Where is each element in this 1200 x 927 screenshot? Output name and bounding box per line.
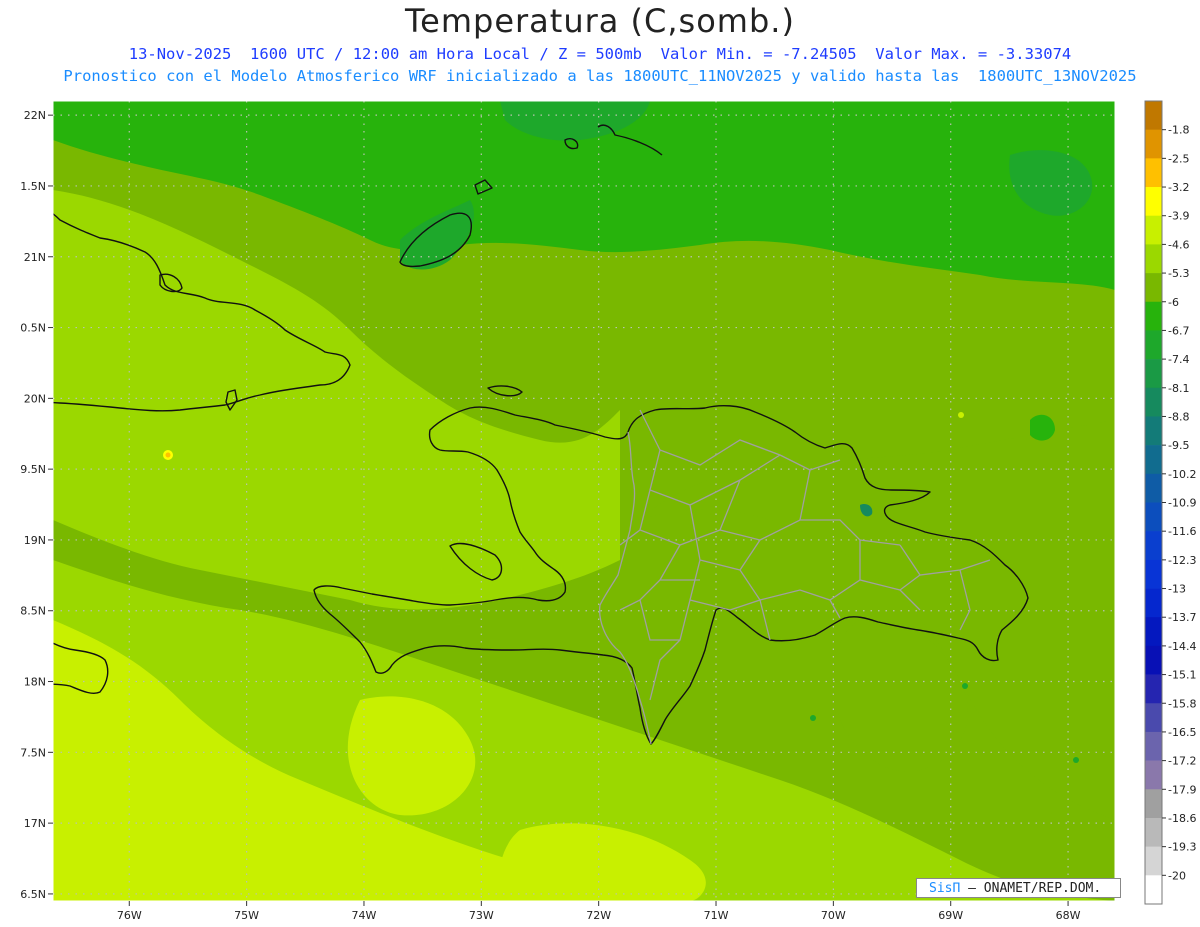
colorbar-label: -6 xyxy=(1168,296,1179,309)
colorbar-swatch xyxy=(1145,588,1162,618)
map-canvas: 22N 1.5N 21N 0.5N 20N 9.5N 19N 8.5N 18N 7.5N 17N 6.… xyxy=(20,100,1196,922)
lon-label: 72W xyxy=(586,909,611,922)
lon-label: 71W xyxy=(704,909,729,922)
colorbar-label: -8.8 xyxy=(1168,410,1189,423)
colorbar-label: -5.3 xyxy=(1168,267,1189,280)
lat-label: 7.5N xyxy=(20,746,46,759)
colorbar-label: -8.1 xyxy=(1168,382,1189,395)
colorbar-label: -3.2 xyxy=(1168,181,1189,194)
colorbar-swatch xyxy=(1145,703,1162,733)
lon-label: 74W xyxy=(352,909,377,922)
lon-label: 68W xyxy=(1056,909,1081,922)
colorbar-swatch xyxy=(1145,674,1162,704)
colorbar-swatch xyxy=(1145,617,1162,647)
colorbar-label: -11.6 xyxy=(1168,525,1196,538)
colorbar-label: -6.7 xyxy=(1168,324,1189,337)
colorbar-label: -7.4 xyxy=(1168,353,1189,366)
colorbar-label: -2.5 xyxy=(1168,152,1189,165)
lat-label: 1.5N xyxy=(20,180,46,193)
credit-box: SisΠ – ONAMET/REP.DOM. xyxy=(916,878,1121,898)
colorbar-label: -15.1 xyxy=(1168,669,1196,682)
colorbar-label: -15.8 xyxy=(1168,697,1196,710)
lat-label: 21N xyxy=(24,251,46,264)
colorbar-label: -10.9 xyxy=(1168,497,1196,510)
lat-label: 0.5N xyxy=(20,322,46,335)
colorbar-swatch xyxy=(1145,330,1162,360)
colorbar-label: -14.4 xyxy=(1168,640,1196,653)
subtitle-run-info: 13-Nov-2025 1600 UTC / 12:00 am Hora Loc… xyxy=(128,45,1072,63)
lon-label: 76W xyxy=(117,909,142,922)
lon-label: 70W xyxy=(821,909,846,922)
colorbar-swatch xyxy=(1145,473,1162,503)
colorbar-swatch xyxy=(1145,273,1162,303)
lat-label: 22N xyxy=(24,109,46,122)
lat-label: 19N xyxy=(24,534,46,547)
colorbar-label: -10.2 xyxy=(1168,468,1196,481)
colorbar-swatch xyxy=(1145,416,1162,446)
colorbar-swatch xyxy=(1145,101,1162,130)
colorbar-label: -13.7 xyxy=(1168,611,1196,624)
colorbar-label: -9.5 xyxy=(1168,439,1189,452)
colorbar-swatch xyxy=(1145,215,1162,245)
latitude-axis: 22N 1.5N 21N 0.5N 20N 9.5N 19N 8.5N 18N 7.5N 17N 6.… xyxy=(20,109,53,901)
colorbar-label: -4.6 xyxy=(1168,238,1189,251)
colorbar-swatch xyxy=(1145,387,1162,417)
colorbar-label: -16.5 xyxy=(1168,726,1196,739)
colorbar-swatch xyxy=(1145,301,1162,331)
lat-label: 9.5N xyxy=(20,463,46,476)
colorbar-swatch xyxy=(1145,531,1162,561)
credit-text: – ONAMET/REP.DOM. xyxy=(968,881,1102,896)
colorbar-swatch xyxy=(1145,559,1162,589)
colorbar-swatch xyxy=(1145,244,1162,274)
colorbar-swatch xyxy=(1145,158,1162,188)
colorbar-swatch xyxy=(1145,645,1162,675)
colorbar-label: -18.6 xyxy=(1168,812,1196,825)
lat-label: 20N xyxy=(24,392,46,405)
colorbar-label: -13 xyxy=(1168,583,1186,596)
colorbar-label: -1.8 xyxy=(1168,124,1189,137)
lon-label: 75W xyxy=(234,909,259,922)
colorbar-swatch xyxy=(1145,187,1162,217)
colorbar-label: -3.9 xyxy=(1168,210,1189,223)
subtitle-model-info: Pronostico con el Modelo Atmosferico WRF… xyxy=(63,67,1137,85)
colorbar-swatch xyxy=(1145,817,1162,847)
colorbar-swatch xyxy=(1145,789,1162,819)
lat-label: 8.5N xyxy=(20,605,46,618)
colorbar-swatch xyxy=(1145,846,1162,876)
colorbar-swatch xyxy=(1145,875,1162,905)
colorbar-swatch xyxy=(1145,129,1162,159)
colorbar-swatch xyxy=(1145,359,1162,389)
colorbar-swatch xyxy=(1145,731,1162,761)
lat-label: 18N xyxy=(24,676,46,689)
colorbar-label: -17.9 xyxy=(1168,783,1196,796)
colorbar-swatch xyxy=(1145,502,1162,532)
colorbar-label: -19.3 xyxy=(1168,841,1196,854)
lat-label: 17N xyxy=(24,817,46,830)
temperature-field xyxy=(53,101,1115,901)
lon-label: 69W xyxy=(938,909,963,922)
longitude-axis: 76W 75W 74W 73W 72W 71W 70W 69W 68W xyxy=(117,901,1081,922)
colorbar: -1.8 -2.5 -3.2 -3.9 -4.6 -5.3 -6 -6.7 -7.4 -8.1 -8… xyxy=(1144,100,1196,905)
lat-label: 6.5N xyxy=(20,888,46,901)
colorbar-label: -12.3 xyxy=(1168,554,1196,567)
sispi-logo: SisΠ xyxy=(929,881,961,896)
colorbar-label: -17.2 xyxy=(1168,755,1196,768)
colorbar-swatch xyxy=(1145,445,1162,475)
colorbar-label: -20 xyxy=(1168,869,1186,882)
page-title: Temperatura (C,somb.) xyxy=(405,2,795,40)
colorbar-swatch xyxy=(1145,760,1162,790)
lon-label: 73W xyxy=(469,909,494,922)
